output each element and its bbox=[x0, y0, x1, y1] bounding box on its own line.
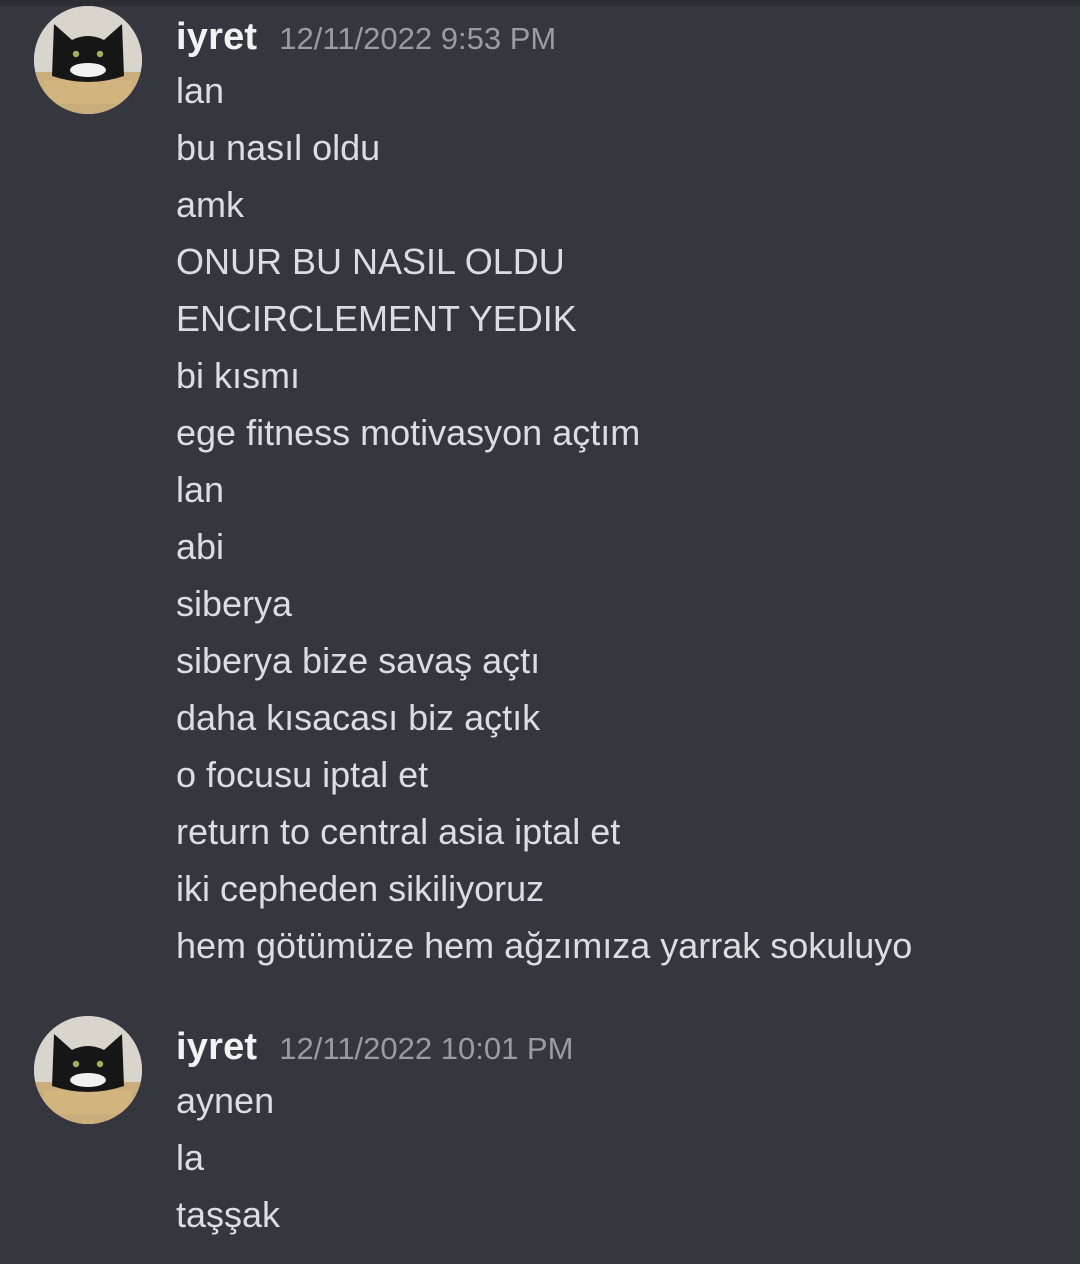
top-divider bbox=[0, 0, 1080, 6]
message-line: o focusu iptal et bbox=[176, 754, 429, 795]
timestamp: 12/11/2022 9:53 PM bbox=[279, 21, 557, 56]
message-line: daha kısacası biz açtık bbox=[176, 697, 541, 738]
message-line: ege fitness motivasyon açtım bbox=[176, 412, 641, 453]
message-line: bi kısmı bbox=[176, 355, 301, 396]
timestamp: 12/11/2022 10:01 PM bbox=[279, 1031, 574, 1066]
message-line: siberya bize savaş açtı bbox=[176, 640, 541, 681]
message-line: lan bbox=[176, 469, 225, 510]
message-line: abi bbox=[176, 526, 225, 567]
message-line: la bbox=[176, 1137, 205, 1178]
message-lines: lan bu nasıl oldu amk ONUR BU NASIL OLDU… bbox=[176, 62, 912, 974]
message-line: return to central asia iptal et bbox=[176, 811, 621, 852]
message-header: iyret 12/11/2022 9:53 PM bbox=[176, 16, 556, 62]
black-cat-avatar-icon bbox=[34, 6, 142, 114]
black-cat-avatar-icon bbox=[34, 1016, 142, 1124]
message-line: aynen bbox=[176, 1080, 275, 1121]
message-line: ONUR BU NASIL OLDU bbox=[176, 241, 565, 282]
message-line: iki cepheden sikiliyoruz bbox=[176, 868, 545, 909]
message-line: taşşak bbox=[176, 1194, 281, 1235]
message-line: bu nasıl oldu bbox=[176, 127, 381, 168]
message-line: lan bbox=[176, 70, 225, 111]
message-line: hem götümüze hem ağzımıza yarrak sokuluy… bbox=[176, 925, 913, 966]
message-line: siberya bbox=[176, 583, 293, 624]
username[interactable]: iyret bbox=[176, 1026, 257, 1069]
message-header: iyret 12/11/2022 10:01 PM bbox=[176, 1026, 573, 1072]
user-avatar[interactable] bbox=[34, 6, 142, 114]
message-lines: aynen la taşşak bbox=[176, 1072, 280, 1243]
message-line: ENCIRCLEMENT YEDIK bbox=[176, 298, 577, 339]
username[interactable]: iyret bbox=[176, 16, 257, 59]
message-line: amk bbox=[176, 184, 245, 225]
user-avatar[interactable] bbox=[34, 1016, 142, 1124]
